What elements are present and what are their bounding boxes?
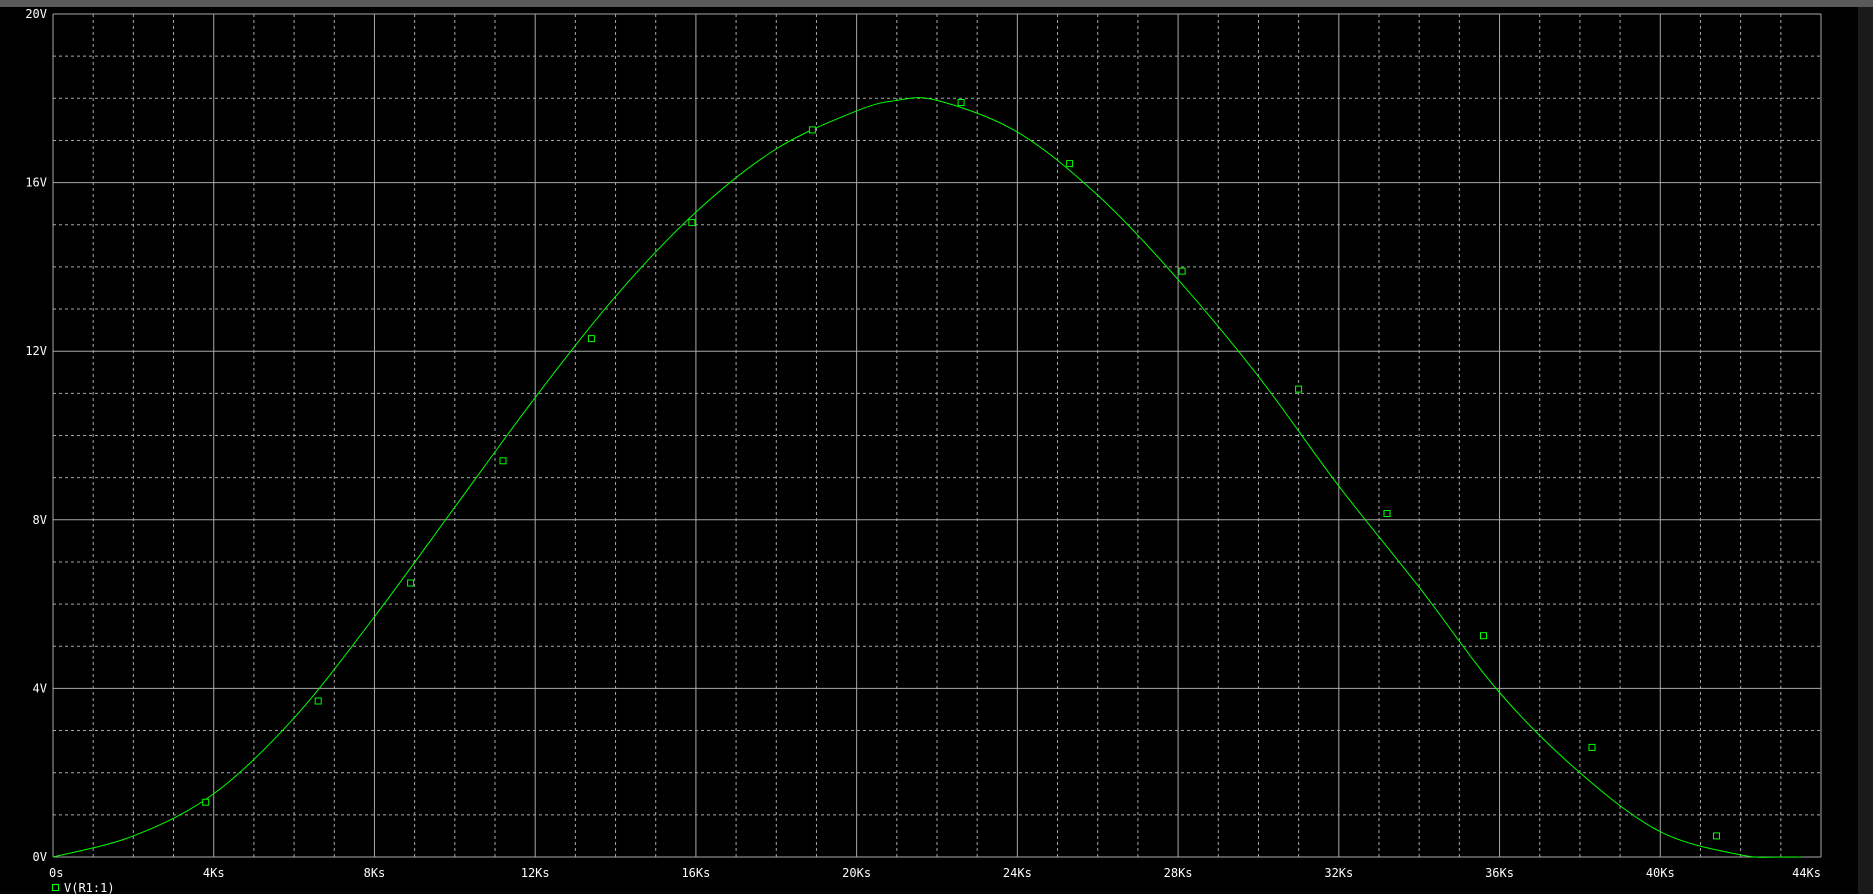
data-point-marker [688, 219, 696, 227]
x-tick-label: 0s [49, 866, 63, 880]
data-point-marker [957, 99, 965, 106]
series-line-v-r1-1 [52, 97, 1801, 858]
x-tick-label: 8Ks [364, 866, 386, 880]
minor-grid [53, 14, 1821, 857]
y-axis-ticks: 0V 4V 8V 12V 16V 20V [25, 7, 47, 864]
data-point-marker [1383, 510, 1391, 517]
y-tick-label: 8V [33, 513, 47, 527]
data-point-marker [499, 457, 507, 465]
y-tick-label: 12V [25, 344, 47, 358]
y-tick-label: 16V [25, 176, 47, 190]
x-axis-ticks: 0s 4Ks 8Ks 12Ks 16Ks 20Ks 24Ks 28Ks 32Ks 36Ks 40Ks… [49, 866, 1821, 880]
x-tick-label: 20Ks [842, 866, 871, 880]
x-tick-label: 4Ks [203, 866, 225, 880]
y-tick-label: 0V [33, 850, 47, 864]
data-point-marker [1588, 743, 1596, 751]
x-tick-label: 12Ks [521, 866, 550, 880]
plot-window: 0s 4Ks 8Ks 12Ks 16Ks 20Ks 24Ks 28Ks 32Ks 36Ks 40Ks… [0, 0, 1873, 894]
data-point-marker [808, 126, 816, 134]
data-point-marker [202, 798, 210, 806]
data-point-marker [1295, 385, 1303, 393]
legend: V(R1:1) [52, 881, 115, 894]
x-tick-label: 24Ks [1003, 866, 1032, 880]
data-point-marker [407, 579, 415, 587]
x-tick-label: 32Ks [1324, 866, 1353, 880]
y-tick-label: 4V [33, 681, 47, 695]
x-tick-label: 28Ks [1164, 866, 1193, 880]
x-tick-label: 16Ks [681, 866, 710, 880]
data-point-marker [1178, 267, 1186, 275]
waveform-chart: 0s 4Ks 8Ks 12Ks 16Ks 20Ks 24Ks 28Ks 32Ks 36Ks 40Ks… [25, 7, 1822, 894]
marker-layer [202, 99, 1720, 840]
y-tick-label: 20V [25, 7, 47, 21]
data-point-marker [1066, 160, 1074, 168]
data-point-marker [314, 697, 322, 705]
x-tick-label: 40Ks [1646, 866, 1675, 880]
legend-label: V(R1:1) [64, 881, 115, 894]
data-point-marker [1713, 832, 1720, 840]
data-point-marker [1480, 632, 1487, 640]
legend-marker-icon [52, 884, 59, 891]
trace-layer [52, 97, 1801, 858]
x-tick-label: 36Ks [1485, 866, 1514, 880]
data-point-marker [587, 335, 595, 343]
x-tick-label: 44Ks [1792, 866, 1821, 880]
